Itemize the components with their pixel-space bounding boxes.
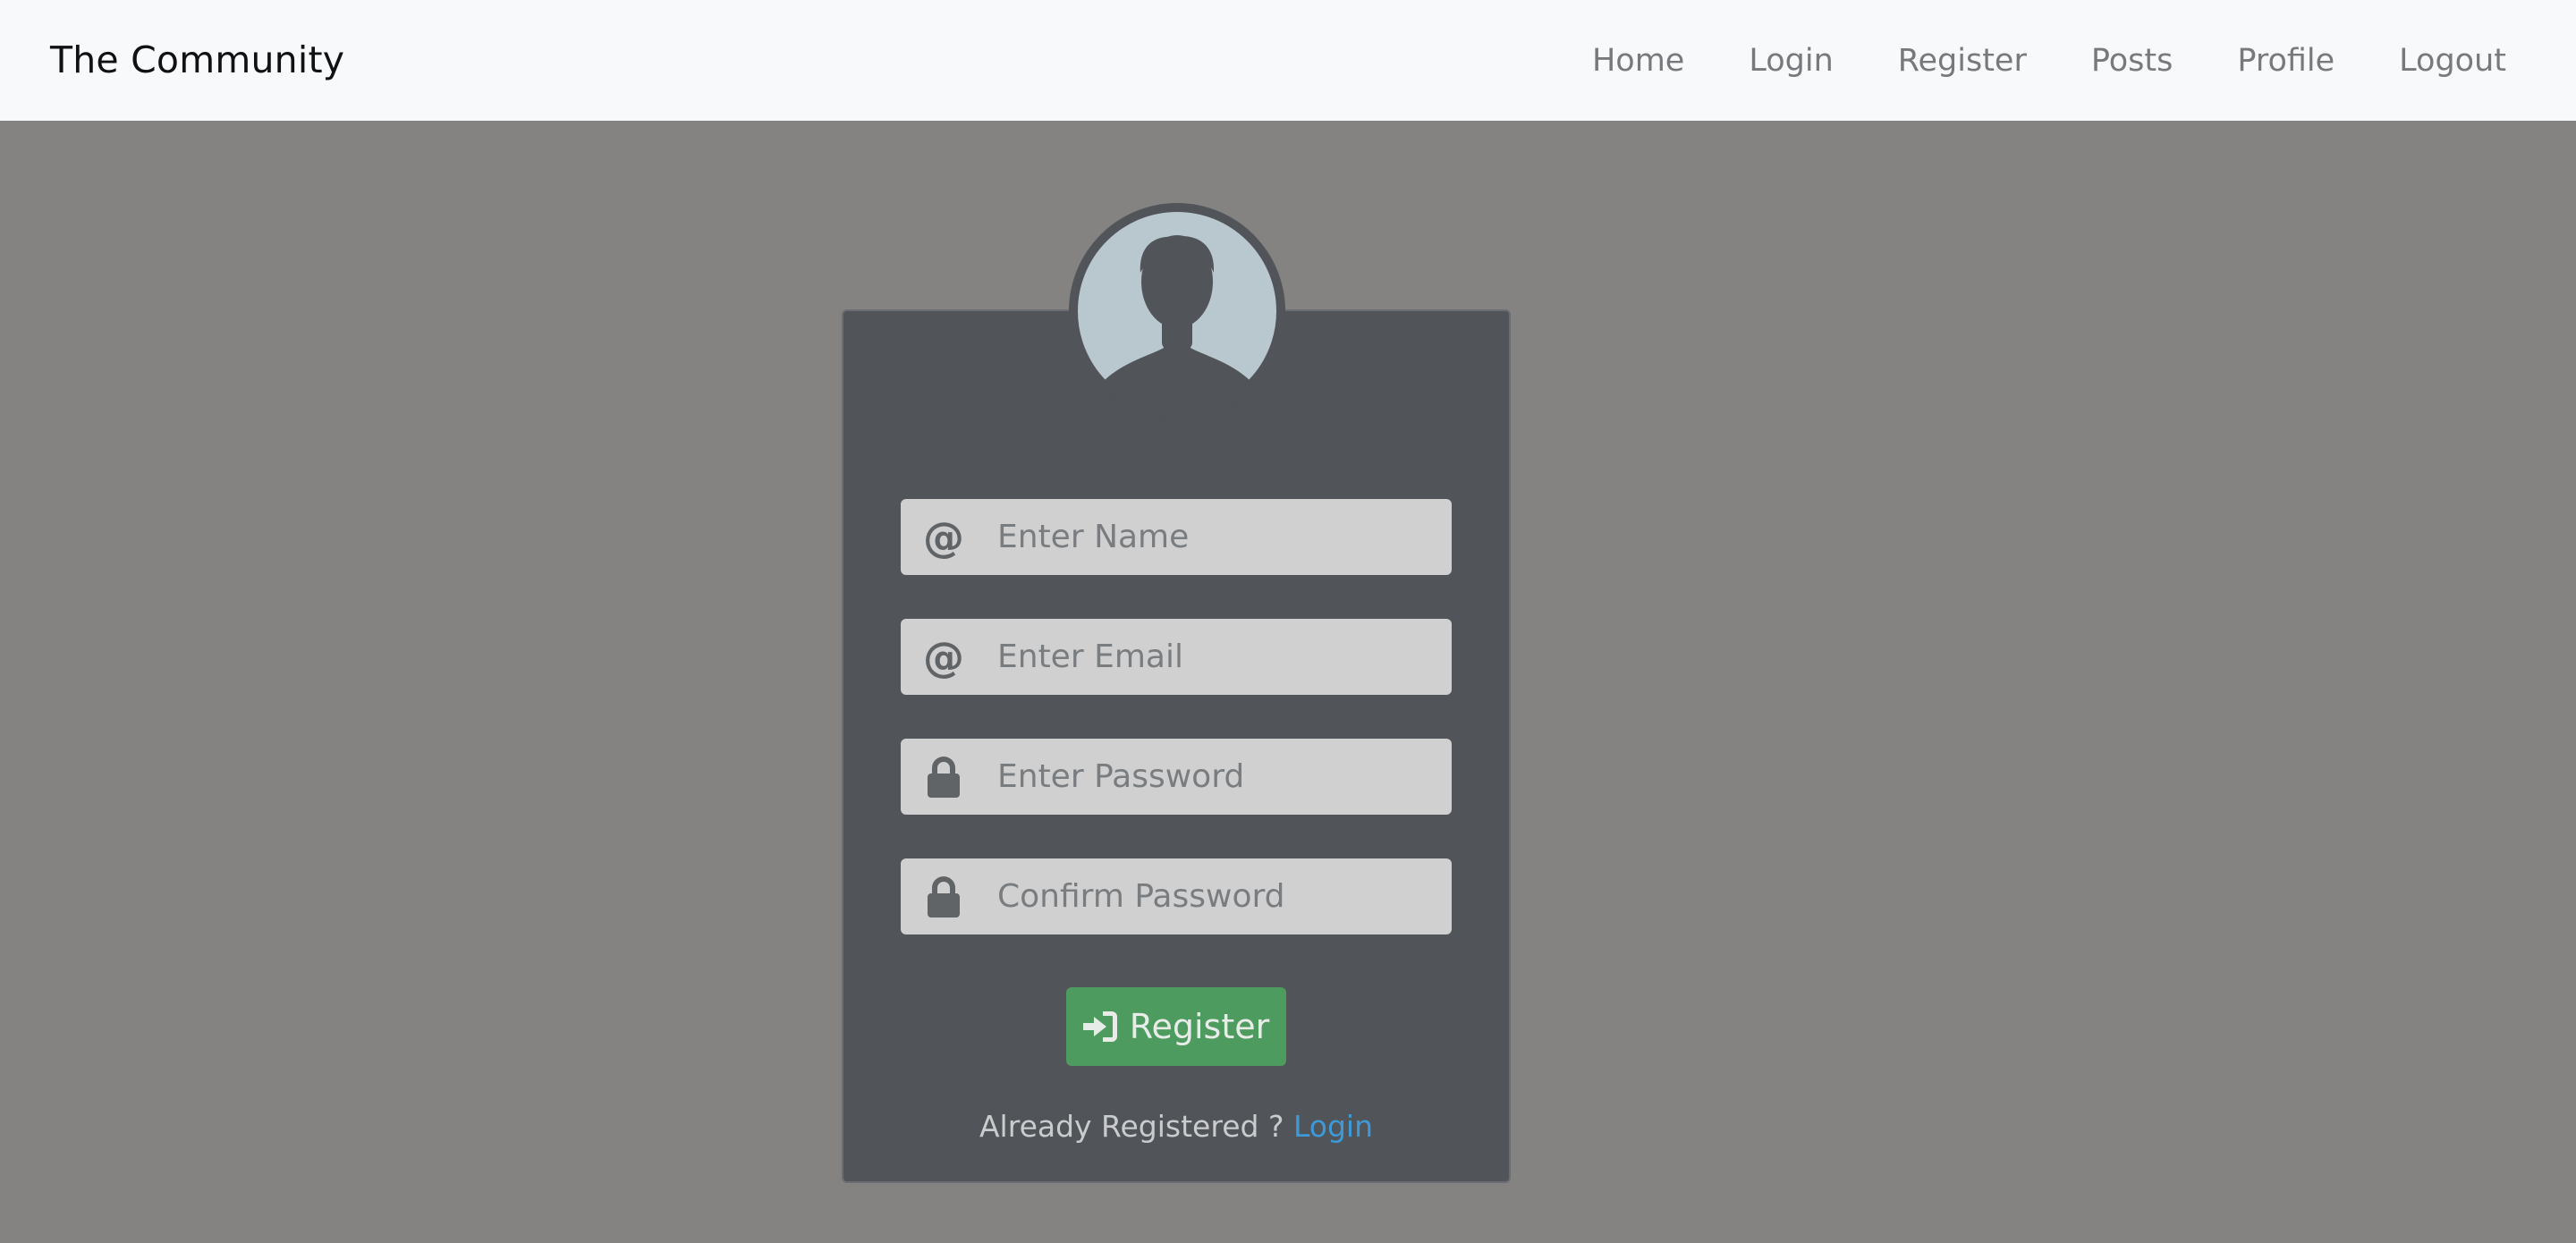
password-field — [901, 739, 1452, 815]
nav-posts-link[interactable]: Posts — [2091, 43, 2173, 79]
register-button-label: Register — [1129, 1007, 1270, 1046]
user-silhouette-icon — [1071, 205, 1284, 419]
email-input[interactable] — [997, 619, 1436, 695]
confirm-password-input[interactable] — [997, 858, 1436, 934]
at-icon: @ — [923, 512, 964, 562]
lock-icon — [928, 875, 960, 917]
nav-home-link[interactable]: Home — [1592, 43, 1684, 79]
lock-icon — [928, 756, 960, 798]
at-icon: @ — [923, 632, 964, 681]
avatar — [1069, 203, 1285, 419]
lock-icon — [920, 739, 967, 815]
register-button[interactable]: Register — [1066, 987, 1286, 1066]
name-input[interactable] — [997, 499, 1436, 575]
confirm-password-field — [901, 858, 1452, 934]
nav-login-link[interactable]: Login — [1749, 43, 1833, 79]
name-field: @ — [901, 499, 1452, 575]
nav-logout-link[interactable]: Logout — [2399, 43, 2506, 79]
navbar: The Community Home Login Register Posts … — [0, 0, 2576, 121]
email-field: @ — [901, 619, 1452, 695]
nav-links: Home Login Register Posts Profile Logout — [1592, 0, 2506, 121]
lock-icon — [920, 858, 967, 934]
brand-link[interactable]: The Community — [50, 0, 344, 121]
nav-register-link[interactable]: Register — [1898, 43, 2027, 79]
already-registered-label: Already Registered ? — [979, 1109, 1284, 1144]
login-link[interactable]: Login — [1293, 1109, 1373, 1144]
nav-profile-link[interactable]: Profile — [2237, 43, 2334, 79]
password-input[interactable] — [997, 739, 1436, 815]
already-registered-text: Already Registered ? Login — [842, 1109, 1511, 1144]
sign-in-icon — [1082, 1011, 1117, 1042]
